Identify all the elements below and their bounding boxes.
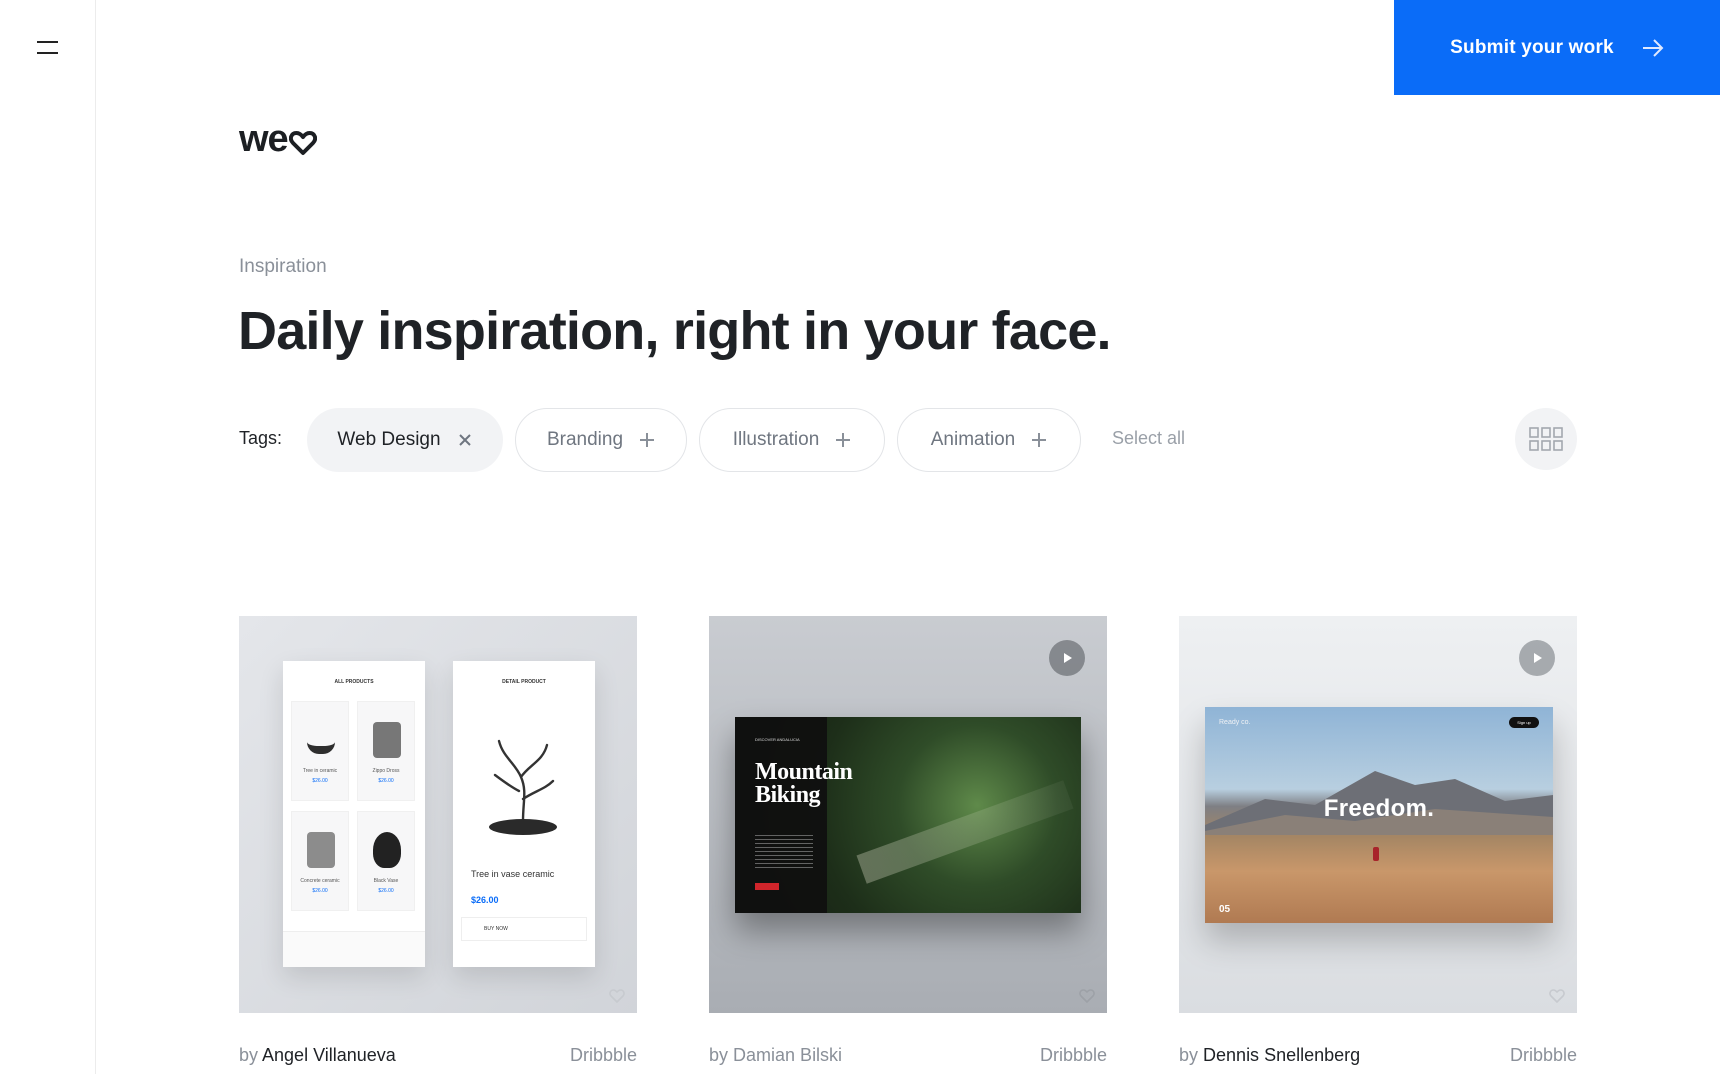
mock-cta	[755, 883, 779, 890]
select-all-link[interactable]: Select all	[1112, 428, 1185, 449]
grid-view-icon	[1529, 427, 1563, 451]
source-link[interactable]: Dribbble	[570, 1045, 637, 1066]
mock-buy-button: BUY NOW	[461, 917, 587, 941]
product-tile: Black Vase $26.00	[357, 811, 415, 911]
section-eyebrow: Inspiration	[239, 256, 327, 277]
plus-icon	[1032, 433, 1047, 447]
trail-highlight	[856, 780, 1074, 884]
tag-chip-branding[interactable]: Branding	[515, 408, 687, 472]
plus-icon	[836, 433, 851, 447]
mock-website-screen: Ready co. Sign up Freedom. 05	[1205, 707, 1553, 923]
product-tile: Concrete ceramic $26.00	[291, 811, 349, 911]
tag-chip-animation[interactable]: Animation	[897, 408, 1081, 472]
tag-chip-illustration[interactable]: Illustration	[699, 408, 885, 472]
mock-title-line: Biking	[755, 781, 821, 808]
source-link[interactable]: Dribbble	[1510, 1045, 1577, 1066]
mock-slide-number: 05	[1219, 904, 1231, 915]
shot-byline: by Damian Bilski	[709, 1045, 842, 1066]
shot-meta: by Dennis Snellenberg Dribbble	[1179, 1035, 1577, 1074]
tags-filter-bar: Tags: Web Design Branding Illustration A…	[239, 408, 1577, 472]
arrow-right-icon	[1642, 38, 1664, 57]
mock-paragraph	[755, 835, 813, 871]
shot-thumbnail[interactable]: DISCOVER ANDALUCIA Mountain Biking	[709, 616, 1107, 1013]
close-icon[interactable]	[457, 432, 473, 448]
grid-view-toggle[interactable]	[1515, 408, 1577, 470]
by-prefix: by	[709, 1045, 729, 1065]
product-price: $26.00	[378, 888, 394, 894]
tag-label: Animation	[930, 429, 1016, 450]
shot-card: ALL PRODUCTS Tree in ceramic $26.00 Zippo…	[239, 616, 637, 1074]
tag-label: Web Design	[337, 429, 441, 450]
mock-website-screen: DISCOVER ANDALUCIA Mountain Biking	[735, 717, 1081, 913]
play-button[interactable]	[1519, 640, 1555, 676]
product-name: Tree in ceramic	[302, 768, 338, 774]
heart-icon	[288, 131, 317, 155]
logo-text: we	[239, 118, 289, 160]
detail-product-name: Tree in vase ceramic	[471, 869, 555, 879]
hamburger-menu-icon[interactable]	[34, 38, 62, 58]
tags-label: Tags:	[239, 428, 283, 448]
submit-work-label: Submit your work	[1450, 36, 1614, 58]
by-prefix: by	[1179, 1045, 1199, 1065]
sidebar	[0, 0, 96, 1074]
detail-product-price: $26.00	[471, 895, 499, 905]
by-prefix: by	[239, 1045, 259, 1065]
author-name[interactable]: Angel Villanueva	[262, 1045, 396, 1065]
shot-meta: by Damian Bilski Dribbble	[709, 1035, 1107, 1074]
tag-chip-web-design[interactable]: Web Design	[307, 408, 503, 472]
heart-icon[interactable]	[1079, 988, 1095, 1003]
mock-side-panel	[735, 717, 827, 913]
play-icon	[1534, 653, 1542, 663]
mock-signup-button: Sign up	[1509, 717, 1539, 728]
product-price: $26.00	[312, 888, 328, 894]
logo[interactable]: we	[239, 120, 317, 158]
shot-byline: by Angel Villanueva	[239, 1045, 396, 1066]
mock-phone-detail: DETAIL PRODUCT Tree in vase ceramic $26.…	[453, 661, 595, 967]
shot-thumbnail[interactable]: Ready co. Sign up Freedom. 05	[1179, 616, 1577, 1013]
heart-icon[interactable]	[1549, 988, 1565, 1003]
product-tile: Tree in ceramic $26.00	[291, 701, 349, 801]
author-name[interactable]: Dennis Snellenberg	[1203, 1045, 1360, 1065]
product-price: $26.00	[312, 778, 328, 784]
tag-label: Branding	[546, 429, 624, 450]
mock-title: Mountain Biking	[755, 760, 853, 808]
shot-thumbnail[interactable]: ALL PRODUCTS Tree in ceramic $26.00 Zippo…	[239, 616, 637, 1013]
heart-icon[interactable]	[609, 988, 625, 1003]
mock-tab-bar	[283, 931, 425, 967]
play-icon	[1064, 653, 1072, 663]
page-title: Daily inspiration, right in your face.	[238, 301, 1112, 361]
tag-label: Illustration	[732, 429, 820, 450]
product-name: Black Vase	[373, 878, 399, 884]
mock-headline: Freedom.	[1323, 795, 1435, 822]
play-button[interactable]	[1049, 640, 1085, 676]
product-name: Zippo Dross	[372, 768, 400, 774]
plus-icon	[640, 433, 655, 447]
product-price: $26.00	[378, 778, 394, 784]
mock-header: ALL PRODUCTS	[334, 679, 374, 685]
shot-card: DISCOVER ANDALUCIA Mountain Biking by Dam…	[709, 616, 1107, 1074]
mock-kicker: DISCOVER ANDALUCIA	[755, 737, 800, 742]
shot-meta: by Angel Villanueva Dribbble	[239, 1035, 637, 1074]
mock-header: DETAIL PRODUCT	[502, 679, 546, 685]
mock-phone-list: ALL PRODUCTS Tree in ceramic $26.00 Zippo…	[283, 661, 425, 967]
submit-work-button[interactable]: Submit your work	[1394, 0, 1720, 95]
shot-byline: by Dennis Snellenberg	[1179, 1045, 1360, 1066]
product-name: Concrete ceramic	[300, 878, 340, 884]
bonsai-illustration	[489, 739, 557, 835]
mock-brand: Ready co.	[1219, 719, 1251, 726]
shot-card: Ready co. Sign up Freedom. 05 by Dennis …	[1179, 616, 1577, 1074]
source-link[interactable]: Dribbble	[1040, 1045, 1107, 1066]
product-tile: Zippo Dross $26.00	[357, 701, 415, 801]
author-name[interactable]: Damian Bilski	[733, 1045, 842, 1065]
hiker-figure	[1373, 847, 1379, 861]
